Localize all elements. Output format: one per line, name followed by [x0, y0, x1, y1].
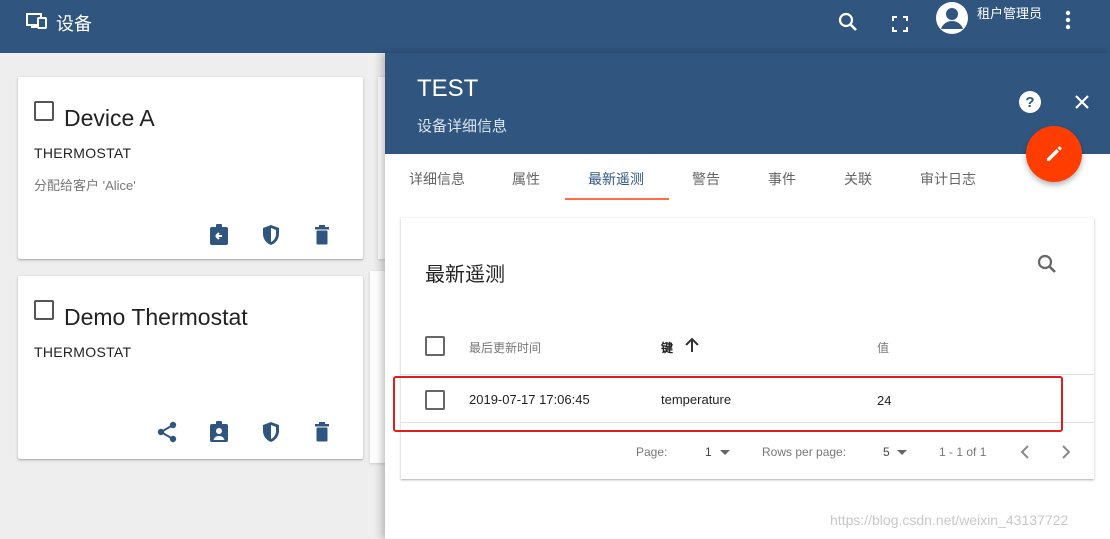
rows-per-page-label: Rows per page: [762, 445, 847, 459]
tab-audit-logs[interactable]: 审计日志 [920, 169, 976, 189]
tab-details[interactable]: 详细信息 [409, 169, 465, 189]
search-icon[interactable] [836, 10, 860, 34]
rows-dropdown-icon[interactable] [897, 450, 907, 455]
device-card-peek [370, 271, 386, 463]
panel-title: TEST [417, 75, 479, 102]
account-icon[interactable] [936, 2, 968, 34]
user-name[interactable]: 租户管理员 [977, 3, 1042, 22]
details-tabs: 详细信息 属性 最新遥测 警告 事件 关联 审计日志 [385, 154, 1110, 201]
column-header-key[interactable]: 键 [661, 339, 673, 356]
app-title: 设备 [26, 10, 92, 36]
share-icon[interactable] [155, 420, 179, 444]
tab-alarms[interactable]: 警告 [692, 169, 720, 189]
tab-attributes[interactable]: 属性 [512, 169, 540, 189]
active-tab-indicator [565, 198, 669, 200]
device-assigned-customer: 分配给客户 'Alice' [34, 178, 136, 193]
panel-subtitle: 设备详细信息 [417, 118, 508, 135]
top-app-bar: 设备 租户管理员 [0, 0, 1110, 53]
fullscreen-icon[interactable] [888, 12, 912, 36]
edit-fab-button[interactable] [1026, 126, 1082, 182]
close-icon[interactable] [1071, 91, 1093, 113]
credentials-icon[interactable] [259, 420, 283, 444]
delete-icon[interactable] [310, 420, 334, 444]
edit-icon [1047, 146, 1062, 161]
help-glyph: ? [1025, 93, 1035, 111]
page-range: 1 - 1 of 1 [939, 445, 987, 459]
page-title: 设备 [56, 14, 92, 34]
device-details-panel: TEST 设备详细信息 ? 详细信息 属性 最新遥测 警告 事件 关联 审计日志… [385, 53, 1110, 539]
column-header-value[interactable]: 值 [877, 339, 889, 356]
rows-per-page-select[interactable]: 5 [883, 445, 890, 459]
more-vert-icon[interactable] [1056, 8, 1080, 32]
device-type: THERMOSTAT [34, 344, 132, 360]
search-icon[interactable] [1037, 254, 1061, 278]
help-icon[interactable]: ? [1019, 91, 1041, 113]
tab-events[interactable]: 事件 [768, 169, 796, 189]
telemetry-table-card: 最新遥测 最后更新时间 键 值 2019-07-17 17:06:45 temp… [401, 218, 1094, 479]
table-divider [401, 374, 1094, 375]
telemetry-title: 最新遥测 [425, 264, 505, 286]
device-grid: Device A THERMOSTAT 分配给客户 'Alice' Demo T… [0, 53, 386, 539]
device-select-checkbox[interactable] [34, 300, 54, 320]
device-card[interactable]: Device A THERMOSTAT 分配给客户 'Alice' [18, 77, 363, 259]
device-select-checkbox[interactable] [34, 101, 54, 121]
devices-icon [26, 12, 48, 35]
assign-customer-icon[interactable] [207, 420, 231, 444]
arrow-up-icon[interactable] [683, 336, 701, 359]
select-all-checkbox[interactable] [425, 336, 445, 356]
column-header-last-update[interactable]: 最后更新时间 [469, 339, 541, 356]
panel-header: TEST 设备详细信息 ? [385, 53, 1110, 154]
device-type: THERMOSTAT [34, 145, 132, 161]
credentials-icon[interactable] [259, 223, 283, 247]
device-name[interactable]: Demo Thermostat [64, 304, 248, 331]
page-select[interactable]: 1 [705, 445, 712, 459]
chevron-left-icon[interactable] [1015, 442, 1035, 462]
chevron-right-icon[interactable] [1056, 442, 1076, 462]
assign-customer-icon[interactable] [207, 223, 231, 247]
device-name[interactable]: Device A [64, 105, 155, 132]
watermark: https://blog.csdn.net/weixin_43137722 [830, 512, 1069, 528]
delete-icon[interactable] [310, 223, 334, 247]
page-dropdown-icon[interactable] [720, 450, 730, 455]
device-card[interactable]: Demo Thermostat THERMOSTAT [18, 276, 363, 459]
tab-latest-telemetry[interactable]: 最新遥测 [588, 169, 644, 189]
tab-relations[interactable]: 关联 [844, 169, 872, 189]
row-highlight-box [393, 376, 1063, 432]
page-label: Page: [636, 445, 668, 459]
